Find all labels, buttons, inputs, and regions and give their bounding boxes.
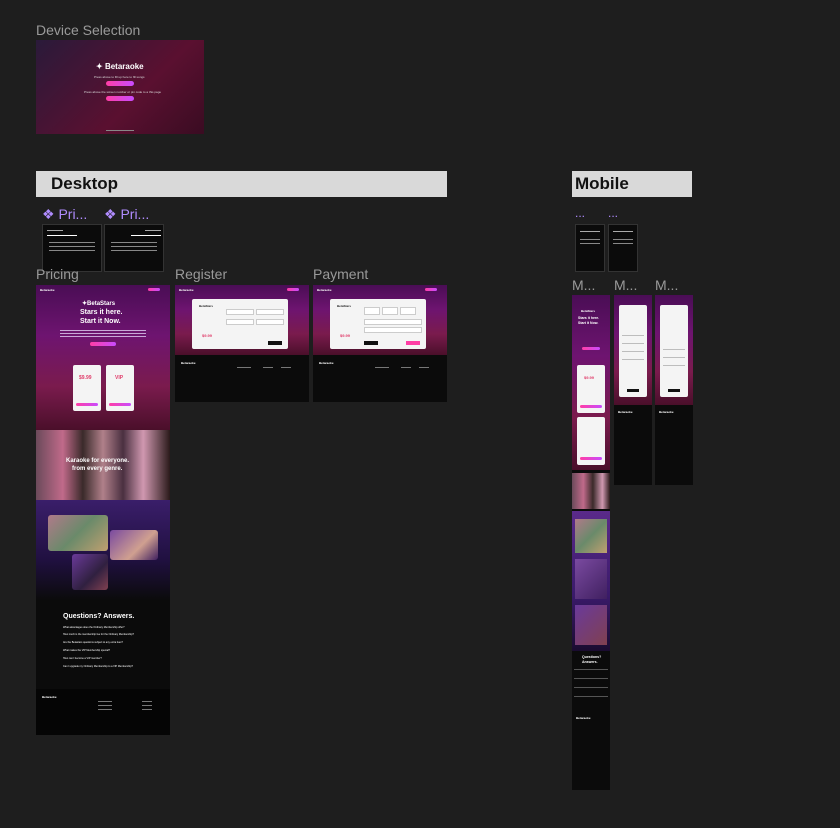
mobile-price: $9.99: [584, 375, 595, 380]
pricing-footer-brand: Betaraoke: [42, 695, 57, 699]
device-selection-frame[interactable]: ✦ Betaraoke Press above to fill up here …: [36, 40, 204, 134]
mobile-register-frame[interactable]: Betaraoke: [614, 295, 652, 485]
pricing-footer: Betaraoke: [36, 689, 170, 735]
mobile-frame-label-1: M...: [572, 277, 596, 293]
mobile-faq-title-1: Questions?: [582, 655, 602, 659]
device-line-2: Press above the screen number or pin cod…: [84, 90, 162, 94]
mobile-pricing-frame[interactable]: BetaStars Stars it here. Start it Now. $…: [572, 295, 610, 790]
payment-footer-brand: Betaraoke: [319, 361, 334, 365]
pricing-faq-title: Questions? Answers.: [63, 613, 135, 620]
pricing-nav-cta[interactable]: [148, 288, 160, 291]
mobile-feature-image-3: [575, 605, 607, 645]
pricing-price-ordinary: $9.99: [79, 375, 92, 381]
payment-frame[interactable]: Betaraoke BetaStars $9.99 Betaraoke: [313, 285, 447, 402]
register-nav-brand: Betaraoke: [179, 288, 194, 292]
payment-card[interactable]: BetaStars $9.99: [330, 299, 426, 349]
payment-card-brand: BetaStars: [337, 304, 352, 308]
device-brand-text: Betaraoke: [104, 62, 144, 71]
register-price: $9.99: [202, 333, 213, 338]
device-brand: ✦ Betaraoke: [96, 62, 144, 71]
frame-label-payment: Payment: [313, 266, 369, 282]
mobile-feature-image-2: [575, 559, 607, 599]
component-vip-card[interactable]: [104, 224, 164, 272]
pricing-collage: Karaoke for everyone. from every genre.: [36, 430, 170, 500]
payment-submit-button[interactable]: [406, 341, 420, 345]
faq-item-4[interactable]: What makes the VIP Membership special?: [63, 649, 110, 652]
payment-price: $9.99: [340, 333, 351, 338]
register-input-2[interactable]: [256, 309, 284, 315]
pricing-card-ordinary[interactable]: $9.99: [73, 365, 101, 411]
frame-label-device-selection: Device Selection: [36, 22, 141, 38]
component-label-2: ❖ Pri...: [104, 206, 150, 222]
frame-label-pricing: Pricing: [36, 266, 79, 282]
pricing-card-vip[interactable]: VIP: [106, 365, 134, 411]
pricing-hero-title-1: Stars it here.: [80, 309, 123, 316]
mobile-component-label-1: ...: [575, 206, 586, 220]
register-frame[interactable]: Betaraoke BetaStars $9.99 Betaraoke: [175, 285, 309, 402]
star-icon: ✦: [96, 62, 103, 71]
pricing-hero-logo: ✦BetaStars: [82, 300, 115, 307]
register-card-brand: BetaStars: [199, 304, 214, 308]
faq-item-6[interactable]: Can I upgrade my Ordinary Membership to …: [63, 665, 133, 668]
mobile-hero-logo: BetaStars: [581, 309, 596, 313]
register-input-1[interactable]: [226, 309, 254, 315]
pricing-price-vip: VIP: [115, 375, 124, 381]
pricing-tagline-1: Karaoke for everyone.: [66, 458, 130, 464]
pricing-tagline-2: from every genre.: [72, 466, 123, 472]
register-input-4[interactable]: [256, 319, 284, 325]
mobile-footer-brand: Betaraoke: [576, 716, 591, 720]
feature-image-party: [110, 530, 158, 560]
mobile-payment-footer-brand: Betaraoke: [659, 410, 674, 414]
pricing-hero-cta[interactable]: [90, 342, 116, 346]
payment-input-2[interactable]: [364, 327, 422, 333]
faq-item-2[interactable]: How much is the membership fee for the O…: [63, 633, 134, 636]
feature-image-food: [48, 515, 108, 551]
mobile-hero-title-1: Stars it here.: [578, 316, 600, 320]
feature-image-mic: [72, 554, 108, 590]
mobile-register-footer-brand: Betaraoke: [618, 410, 633, 414]
frame-label-register: Register: [175, 266, 228, 282]
device-pin-button[interactable]: [106, 81, 134, 86]
mobile-payment-frame[interactable]: Betaraoke: [655, 295, 693, 485]
pricing-features: [36, 500, 170, 600]
mobile-component-ordinary[interactable]: [575, 224, 605, 272]
faq-item-5[interactable]: How can I become a VIP member?: [63, 657, 102, 660]
register-submit-button[interactable]: [268, 341, 282, 345]
mobile-faq-title-2: Answers.: [582, 660, 598, 664]
device-screen-button[interactable]: [106, 96, 134, 101]
mobile-component-label-2: ...: [608, 206, 619, 220]
section-desktop: Desktop: [36, 171, 447, 197]
pricing-hero-title-2: Start it Now.: [80, 318, 121, 325]
mobile-feature-image-1: [575, 519, 607, 553]
payment-back-button[interactable]: [364, 341, 378, 345]
payment-input-1[interactable]: [364, 319, 422, 325]
mobile-frame-label-3: M...: [655, 277, 679, 293]
device-footer-text: [106, 130, 134, 131]
pricing-nav-brand: Betaraoke: [40, 288, 55, 292]
section-mobile: Mobile: [572, 171, 692, 197]
faq-item-3[interactable]: Are the Betastars questions subject to a…: [63, 641, 123, 644]
component-ordinary-card[interactable]: [42, 224, 102, 272]
register-input-3[interactable]: [226, 319, 254, 325]
mobile-component-vip[interactable]: [608, 224, 638, 272]
pricing-hero-logo-text: BetaStars: [87, 301, 116, 307]
payment-method-1[interactable]: [364, 307, 380, 315]
mobile-pricing-card-1[interactable]: $9.99: [577, 365, 605, 413]
payment-method-3[interactable]: [400, 307, 416, 315]
register-card[interactable]: BetaStars $9.99: [192, 299, 288, 349]
mobile-frame-label-2: M...: [614, 277, 638, 293]
faq-item-1[interactable]: What advantages does the Ordinary Member…: [63, 626, 125, 629]
pricing-frame[interactable]: Betaraoke ✦BetaStars Stars it here. Star…: [36, 285, 170, 735]
component-label-1: ❖ Pri...: [42, 206, 88, 222]
mobile-pricing-card-2[interactable]: [577, 417, 605, 465]
payment-method-2[interactable]: [382, 307, 398, 315]
device-line-1: Press above to fill up here to fill song…: [94, 75, 145, 79]
mobile-hero-title-2: Start it Now.: [578, 321, 599, 325]
register-footer-brand: Betaraoke: [181, 361, 196, 365]
pricing-hero: Betaraoke ✦BetaStars Stars it here. Star…: [36, 285, 170, 430]
payment-nav-brand: Betaraoke: [317, 288, 332, 292]
